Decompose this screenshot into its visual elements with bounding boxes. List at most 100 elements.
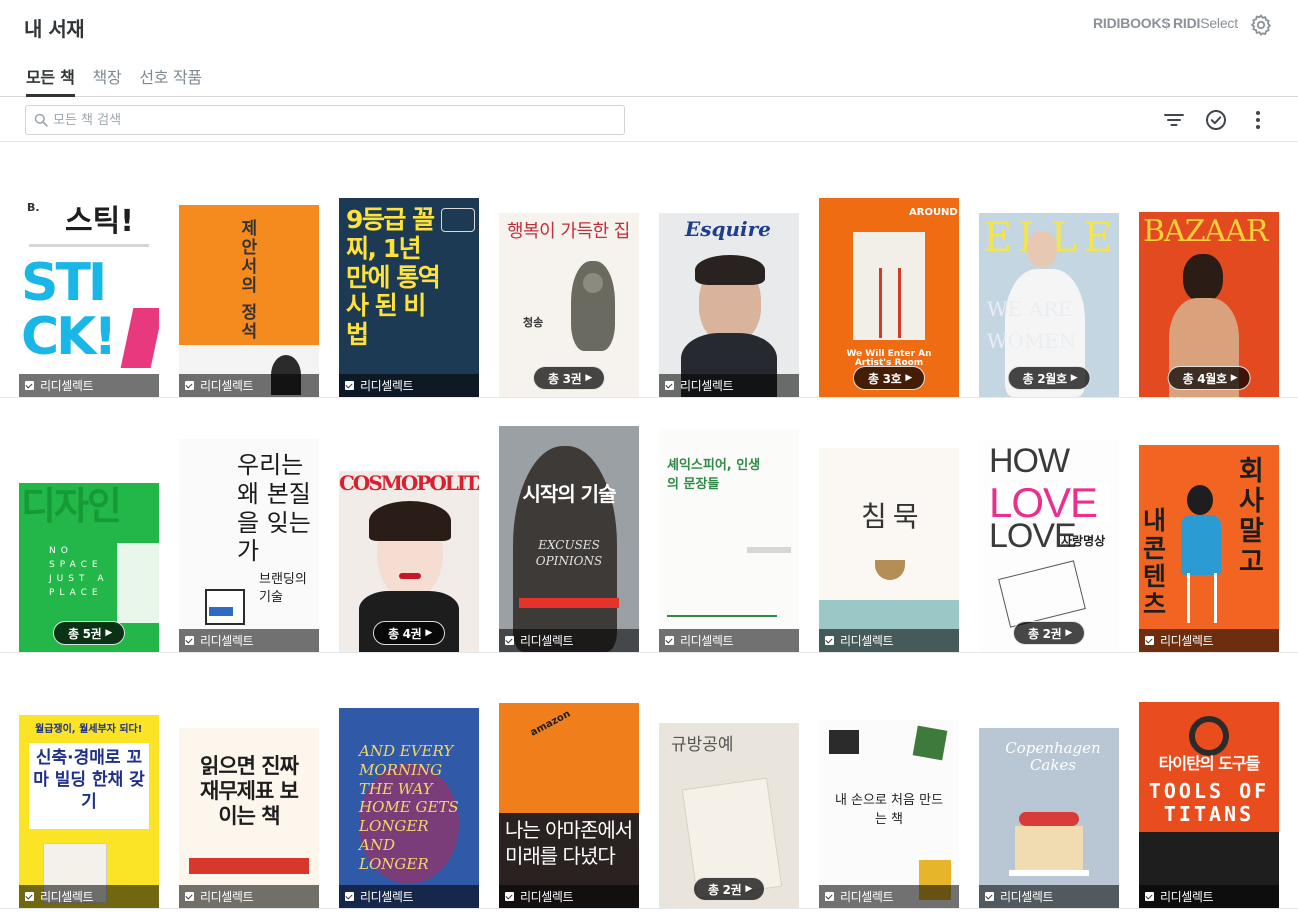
cover-title: 내 손으로 처음 만드는 책 [834, 793, 944, 827]
cover-subtitle: 사랑명상 [1061, 534, 1106, 548]
book-cover: Copenhagen Cakes [979, 728, 1119, 908]
volume-count: 총 2월호 ▶ [1007, 366, 1091, 390]
tab-bookshelf[interactable]: 책장 [93, 64, 122, 97]
book-cover: 월급쟁이, 월세부자 되다! 신축·경매로 꼬마 빌딩 한채 갖기 [19, 715, 159, 908]
book-item[interactable]: B. 스틱! STI CK! 리디셀렉트 [19, 198, 159, 397]
ridiselect-link[interactable]: RIDISelect [1173, 15, 1238, 31]
cover-title: 읽으면 진짜 재무제표 보이는 책 [200, 754, 299, 829]
search-box[interactable] [25, 105, 625, 135]
badge-label: 리디셀렉트 [40, 890, 94, 904]
cover-art: 내콘텐츠 [1143, 506, 1167, 619]
badge-label: 리디셀렉트 [1000, 890, 1054, 904]
volume-count-label: 총 2월호 [1022, 371, 1067, 386]
book-item[interactable]: BAZAAR 총 4월호 ▶ [1139, 212, 1279, 397]
book-item[interactable]: 디자인 NO SPACE JUST A PLACE 총 5권 ▶ [19, 483, 159, 652]
gear-icon[interactable] [1249, 13, 1273, 37]
cover-title: 제안서의 정석 [236, 219, 257, 341]
cover-title: 셰익스피어, 인생의 문장들 [667, 458, 761, 492]
book-item[interactable]: 행복이 가득한 집 청송 총 3권 ▶ [499, 213, 639, 397]
ridiselect-badge: 리디셀렉트 [179, 885, 319, 908]
book-item[interactable]: Copenhagen Cakes 리디셀렉트 [979, 728, 1119, 908]
ridiselect-badge: 리디셀렉트 [339, 885, 479, 908]
ridiselect-icon [825, 892, 834, 901]
badge-label: 리디셀렉트 [1160, 890, 1214, 904]
volume-count-label: 총 2권 [1027, 626, 1062, 641]
chevron-right-icon: ▶ [585, 373, 593, 383]
book-item[interactable]: 내 손으로 처음 만드는 책 리디셀렉트 [819, 720, 959, 908]
book-item[interactable]: 우리는 왜 본질을 잊는가 브랜딩의 기술 리디셀렉트 [179, 439, 319, 652]
cover-title: 스틱! [65, 204, 134, 239]
header: 내 서재 RIDIBOOKS RIDISelect 모든 책 책장 선호 작품 [0, 0, 1298, 97]
ridiselect-badge: 리디셀렉트 [499, 885, 639, 908]
book-cover: 내 손으로 처음 만드는 책 [819, 720, 959, 908]
book-item[interactable]: AND EVERY MORNING THE WAY HOME GETS LONG… [339, 708, 479, 908]
book-item[interactable]: Esquire 리디셀렉트 [659, 213, 799, 397]
book-item[interactable]: 회사말고 내콘텐츠 리디셀렉트 [1139, 445, 1279, 652]
ridiselect-icon [1145, 892, 1154, 901]
ridiselect-badge: 리디셀렉트 [659, 629, 799, 652]
cover-subtitle: 브랜딩의 기술 [259, 572, 307, 605]
book-item[interactable]: HOW TO LOVE LOVE 사랑명상 총 2권▶ [979, 439, 1119, 652]
badge-label: 리디셀렉트 [200, 890, 254, 904]
badge-label: 리디셀렉트 [1160, 634, 1214, 648]
book-cover: 시작의 기술 EXCUSES OPINIONS [499, 426, 639, 652]
cover-subtitle: amazon [528, 708, 573, 739]
book-item[interactable]: COSMOPOLITAN 총 4권▶ [339, 471, 479, 652]
tab-all-books[interactable]: 모든 책 [26, 64, 75, 97]
page-title: 내 서재 [24, 17, 85, 41]
ridiselect-badge: 리디셀렉트 [339, 374, 479, 397]
ridiselect-badge: 리디셀렉트 [819, 629, 959, 652]
cover-title: 시작의 기술 [522, 482, 617, 506]
book-item[interactable]: 월급쟁이, 월세부자 되다! 신축·경매로 꼬마 빌딩 한채 갖기 리디셀렉트 [19, 715, 159, 908]
book-cover: 9등급 꼴찌, 1년 만에 통역사 된 비법 [339, 198, 479, 397]
book-item[interactable]: 제안서의 정석 리디셀렉트 [179, 205, 319, 397]
book-item[interactable]: ELLE WE ARE WOMEN 총 2월호▶ [979, 213, 1119, 397]
volume-count-label: 총 4월호 [1182, 371, 1227, 386]
ridiselect-icon [505, 892, 514, 901]
book-item[interactable]: amazon 나는 아마존에서 미래를 다녔다 리디셀렉트 [499, 703, 639, 908]
volume-count: 총 2권 ▶ [1012, 621, 1086, 645]
ridiselect-icon [345, 381, 354, 390]
ridiselect-badge: 리디셀렉트 [19, 885, 159, 908]
badge-label: 리디셀렉트 [200, 634, 254, 648]
tab-favorites[interactable]: 선호 작품 [139, 64, 202, 97]
volume-count: 총 4권 ▶ [372, 621, 446, 645]
book-item[interactable]: AROUND We Will Enter An Artist's Room 총 … [819, 198, 959, 397]
volume-count: 총 2권 ▶ [692, 877, 766, 901]
ridiselect-icon [185, 381, 194, 390]
ridiselect-icon [345, 892, 354, 901]
cover-subtitle: WE ARE WOMEN [987, 297, 1077, 353]
ridibooks-link[interactable]: RIDIBOOKS [1093, 15, 1171, 31]
book-item[interactable]: 타이탄의 도구들 TOOLS OF TITANS 리디셀렉트 [1139, 702, 1279, 908]
volume-count-label: 총 4권 [387, 626, 422, 641]
book-cover: amazon 나는 아마존에서 미래를 다녔다 [499, 703, 639, 908]
book-item[interactable]: 규방공예 총 2권 ▶ [659, 723, 799, 908]
ridiselect-badge: 리디셀렉트 [979, 885, 1119, 908]
book-item[interactable]: 9등급 꼴찌, 1년 만에 통역사 된 비법 리디셀렉트 [339, 198, 479, 397]
book-item[interactable]: 읽으면 진짜 재무제표 보이는 책 리디셀렉트 [179, 728, 319, 908]
filter-icon[interactable] [1162, 108, 1186, 132]
check-circle-icon[interactable] [1204, 108, 1228, 132]
ridiselect-icon [25, 381, 34, 390]
cover-subtitle: 청송 [523, 316, 544, 329]
book-cover: 읽으면 진짜 재무제표 보이는 책 [179, 728, 319, 908]
book-cover: 우리는 왜 본질을 잊는가 브랜딩의 기술 [179, 439, 319, 652]
volume-count: 총 3권 ▶ [532, 366, 606, 390]
cover-title: 규방공예 [671, 735, 734, 755]
cover-title: Copenhagen Cakes [1005, 739, 1101, 775]
badge-label: 리디셀렉트 [360, 890, 414, 904]
ridiselect-badge: 리디셀렉트 [499, 629, 639, 652]
search-input[interactable] [53, 109, 613, 131]
volume-count-label: 총 3권 [547, 371, 582, 386]
book-item[interactable]: 셰익스피어, 인생의 문장들 리디셀렉트 [659, 429, 799, 652]
chevron-right-icon: ▶ [1070, 373, 1078, 383]
ridiselect-badge: 리디셀렉트 [19, 374, 159, 397]
more-vertical-icon[interactable] [1246, 108, 1270, 132]
badge-label: 리디셀렉트 [360, 379, 414, 393]
book-item[interactable]: 침묵 리디셀렉트 [819, 448, 959, 652]
shelf-divider [0, 397, 1298, 398]
volume-count-label: 총 3호 [867, 371, 902, 386]
book-item[interactable]: 시작의 기술 EXCUSES OPINIONS 리디셀렉트 [499, 426, 639, 652]
brand-select: Select [1200, 15, 1238, 31]
book-cover: 침묵 [819, 448, 959, 652]
